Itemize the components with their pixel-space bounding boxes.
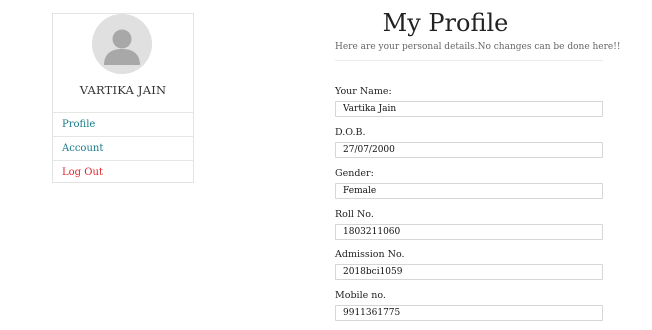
name-label: Your Name:	[335, 86, 392, 97]
page-title: My Profile	[382, 9, 509, 37]
user-name: VARTIKA JAIN	[79, 83, 167, 97]
profile-card: VARTIKA JAIN Profile Account Log Out	[52, 13, 194, 183]
nav-profile[interactable]: Profile	[53, 112, 193, 136]
dob-label: D.O.B.	[335, 127, 366, 138]
mobile-no-field[interactable]	[335, 305, 603, 321]
page-subtitle: Here are your personal details.No change…	[335, 42, 621, 52]
admission-no-label: Admission No.	[335, 249, 405, 260]
name-field[interactable]	[335, 101, 603, 117]
user-avatar-icon	[92, 14, 152, 74]
admission-no-field[interactable]	[335, 264, 603, 280]
dob-field[interactable]	[335, 142, 603, 158]
divider	[335, 60, 603, 61]
roll-no-label: Roll No.	[335, 209, 374, 220]
roll-no-field[interactable]	[335, 224, 603, 240]
gender-label: Gender:	[335, 168, 374, 179]
nav-account[interactable]: Account	[53, 136, 193, 160]
nav-logout[interactable]: Log Out	[53, 160, 193, 184]
gender-field[interactable]	[335, 183, 603, 199]
mobile-no-label: Mobile no.	[335, 290, 386, 301]
